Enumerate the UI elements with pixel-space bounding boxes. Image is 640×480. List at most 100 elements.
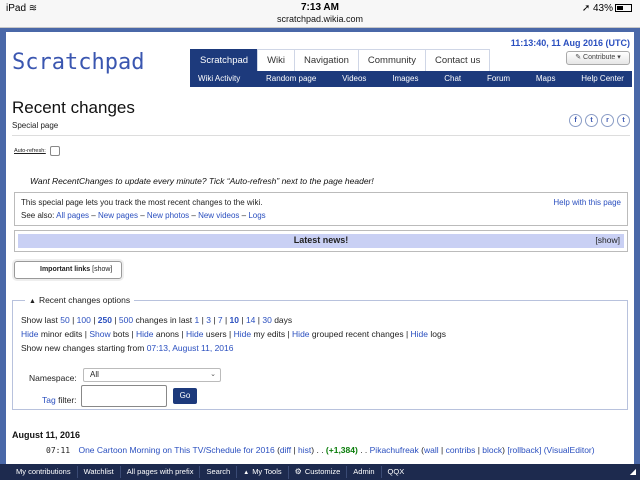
autorefresh-label: Auto-refresh: — [14, 148, 46, 154]
entry-diff-link[interactable]: diff — [280, 445, 291, 455]
sub-nav-help-center[interactable]: Help Center — [581, 71, 624, 87]
rc-toggle-line: Hide minor edits | Show bots | Hide anon… — [21, 329, 446, 339]
news-show-toggle[interactable]: [show] — [595, 235, 620, 245]
tab-wiki[interactable]: Wiki — [257, 49, 296, 71]
sub-nav: Wiki Activity Random page Videos Images … — [190, 71, 632, 87]
toggle-minor-edits[interactable]: Hide — [21, 329, 38, 339]
tab-navigation[interactable]: Navigation — [294, 49, 359, 71]
toolbar-customize[interactable]: ⚙ Customize — [289, 466, 348, 478]
tab-contact-us[interactable]: Contact us — [424, 49, 491, 71]
days-7[interactable]: 7 — [218, 315, 223, 325]
rc-starting-line: Show new changes starting from 07:13, Au… — [21, 343, 234, 353]
contribute-button[interactable]: ✎ Contribute ▾ — [566, 51, 630, 65]
days-14[interactable]: 14 — [246, 315, 255, 325]
toggle-users[interactable]: Hide — [186, 329, 203, 339]
rc-options-box: ▲ Recent changes options Show last 50 | 1… — [12, 295, 628, 410]
toolbar-all-pages-prefix[interactable]: All pages with prefix — [121, 466, 201, 478]
tab-community[interactable]: Community — [357, 49, 426, 71]
autorefresh-tip: Want RecentChanges to update every minut… — [30, 176, 374, 186]
toolbar-my-tools[interactable]: ▲ My Tools — [237, 465, 289, 479]
important-links[interactable]: Important links [show] — [14, 261, 122, 279]
location-icon: ➚ — [581, 3, 591, 14]
battery-icon — [615, 4, 632, 12]
toggle-bots[interactable]: Show — [89, 329, 110, 339]
toggle-logs[interactable]: Hide — [411, 329, 428, 339]
namespace-select[interactable]: All ⌄ — [83, 368, 221, 382]
reddit-icon[interactable]: r — [601, 114, 614, 127]
facebook-icon[interactable]: f — [569, 114, 582, 127]
entry-block-link[interactable]: block — [482, 445, 502, 455]
rc-limit-line: Show last 50 | 100 | 250 | 500 changes i… — [21, 315, 293, 325]
sub-nav-maps[interactable]: Maps — [536, 71, 556, 87]
toolbar-watchlist[interactable]: Watchlist — [78, 466, 121, 478]
page-subtitle: Special page — [12, 121, 59, 130]
toggle-my-edits[interactable]: Hide — [234, 329, 251, 339]
entry-hist-link[interactable]: hist — [298, 445, 311, 455]
gear-icon: ⚙ — [294, 467, 302, 476]
rc-options-legend[interactable]: ▲ Recent changes options — [25, 295, 135, 305]
limit-500[interactable]: 500 — [119, 315, 133, 325]
help-link[interactable]: Help with this page — [553, 198, 621, 207]
toolbar-qqx[interactable]: QQX — [382, 466, 411, 478]
divider — [12, 135, 630, 136]
link-new-pages[interactable]: New pages — [98, 211, 138, 220]
sub-nav-images[interactable]: Images — [392, 71, 418, 87]
link-new-videos[interactable]: New videos — [198, 211, 239, 220]
sub-nav-videos[interactable]: Videos — [342, 71, 366, 87]
days-3[interactable]: 3 — [206, 315, 211, 325]
toolbar-admin[interactable]: Admin — [347, 466, 382, 478]
entry-contribs-link[interactable]: contribs — [446, 445, 476, 455]
entry-wall-link[interactable]: wall — [424, 445, 439, 455]
entry-user-link[interactable]: Pikachufreak — [370, 445, 419, 455]
limit-100[interactable]: 100 — [77, 315, 91, 325]
entry-title-link[interactable]: One Cartoon Morning on This TV/Schedule … — [78, 445, 274, 455]
status-time: 7:13 AM — [301, 2, 339, 13]
triangle-up-icon: ▲ — [243, 469, 250, 476]
important-links-show[interactable]: [show] — [92, 266, 112, 273]
starting-from-link[interactable]: 07:13, August 11, 2016 — [147, 343, 234, 353]
entry-editor-link[interactable]: (VisualEditor) — [544, 445, 595, 455]
share-buttons: f t r t — [569, 114, 630, 127]
limit-50[interactable]: 50 — [60, 315, 69, 325]
toolbar-search[interactable]: Search — [200, 466, 238, 478]
autorefresh-checkbox[interactable] — [50, 146, 60, 156]
sub-nav-wiki-activity[interactable]: Wiki Activity — [198, 71, 240, 87]
news-title: Latest news! — [293, 235, 349, 245]
link-new-photos[interactable]: New photos — [147, 211, 189, 220]
sub-nav-chat[interactable]: Chat — [444, 71, 461, 87]
days-10[interactable]: 10 — [230, 315, 239, 325]
intro-box: This special page lets you track the mos… — [14, 192, 628, 226]
wiki-logo[interactable]: Scratchpad — [12, 50, 144, 75]
sub-nav-random-page[interactable]: Random page — [266, 71, 316, 87]
link-all-pages[interactable]: All pages — [56, 211, 89, 220]
entry-time: 07:11 — [46, 446, 71, 455]
toggle-anons[interactable]: Hide — [136, 329, 153, 339]
sub-nav-forum[interactable]: Forum — [487, 71, 510, 87]
battery-status: ➚ 43% — [582, 3, 632, 14]
entry-size-delta: (+1,384) — [325, 445, 358, 455]
page-title: Recent changes — [12, 98, 135, 117]
changes-date-heading: August 11, 2016 — [12, 430, 81, 440]
entry-rollback-link[interactable]: [rollback] — [507, 445, 541, 455]
twitter-icon[interactable]: t — [585, 114, 598, 127]
ios-status-bar: iPad ≋ 7:13 AM scratchpad.wikia.com ➚ 43… — [0, 0, 640, 28]
tag-filter-label: Tag filter: — [42, 395, 77, 405]
days-30[interactable]: 30 — [262, 315, 271, 325]
pencil-icon: ✎ — [575, 54, 582, 61]
go-button[interactable]: Go — [173, 388, 197, 404]
toggle-grouped[interactable]: Hide — [292, 329, 309, 339]
link-logs[interactable]: Logs — [248, 211, 265, 220]
days-1[interactable]: 1 — [195, 315, 200, 325]
limit-250[interactable]: 250 — [98, 315, 112, 325]
tag-filter-input[interactable] — [81, 385, 167, 407]
address-url[interactable]: scratchpad.wikia.com — [0, 14, 640, 24]
utc-clock[interactable]: 11:13:40, 11 Aug 2016 (UTC) — [511, 38, 630, 48]
toolbar-my-contributions[interactable]: My contributions — [10, 466, 78, 478]
news-box: Latest news! [show] — [14, 230, 628, 252]
namespace-label: Namespace: — [29, 373, 77, 383]
tumblr-icon[interactable]: t — [617, 114, 630, 127]
intro-text: This special page lets you track the mos… — [21, 198, 263, 207]
resize-grip-icon[interactable]: ◢ — [630, 467, 636, 476]
tag-link[interactable]: Tag — [42, 395, 56, 405]
tab-scratchpad[interactable]: Scratchpad — [190, 49, 259, 71]
